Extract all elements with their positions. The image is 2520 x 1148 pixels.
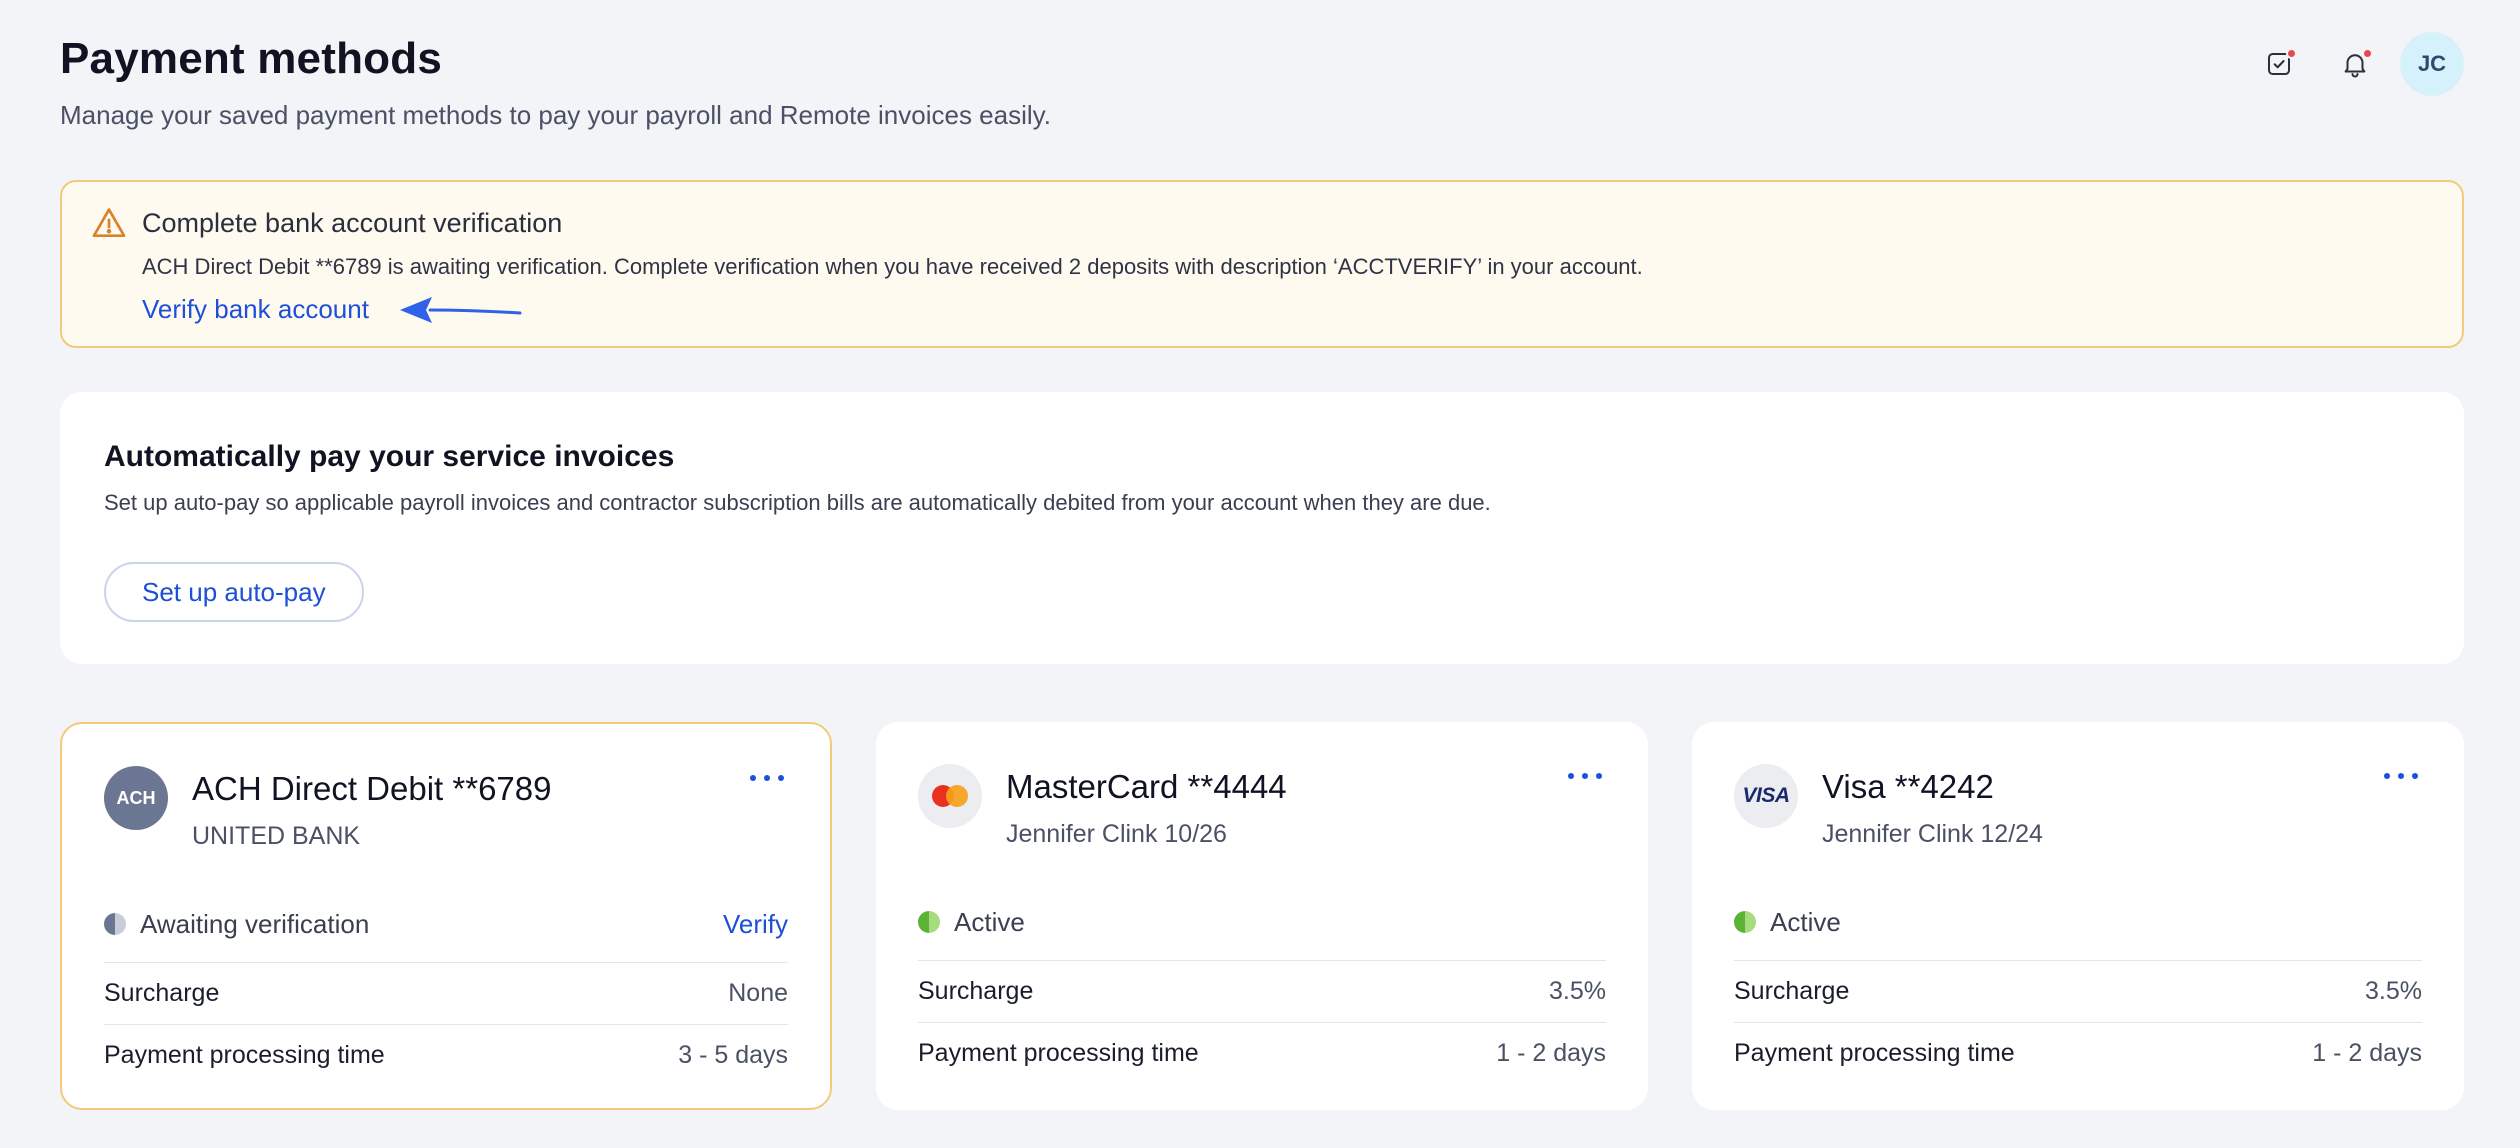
surcharge-label: Surcharge (918, 977, 1034, 1005)
mastercard-logo-icon (918, 764, 982, 828)
page-title: Payment methods (60, 34, 442, 83)
processing-time-label: Payment processing time (918, 1039, 1199, 1067)
visa-logo-icon: VISA (1734, 764, 1798, 828)
autopay-description: Set up auto-pay so applicable payroll in… (104, 490, 1491, 515)
status-text: Awaiting verification (140, 908, 370, 939)
header-actions: JC (2248, 32, 2464, 96)
surcharge-row: Surcharge 3.5% (918, 960, 1606, 1022)
status-row: Active (1734, 902, 2422, 942)
payment-card-ach: ACH ACH Direct Debit **6789 UNITED BANK … (60, 722, 832, 1110)
verify-bank-account-link[interactable]: Verify bank account (142, 294, 369, 325)
card-title: ACH Direct Debit **6789 (192, 770, 552, 807)
page: Payment methods Manage your saved paymen… (60, 0, 2464, 1110)
processing-time-value: 1 - 2 days (2312, 1039, 2422, 1067)
processing-time-value: 3 - 5 days (678, 1041, 788, 1069)
processing-time-label: Payment processing time (1734, 1039, 2015, 1067)
page-subtitle: Manage your saved payment methods to pay… (60, 100, 1051, 130)
notifications-button[interactable] (2324, 33, 2386, 95)
surcharge-row: Surcharge 3.5% (1734, 960, 2422, 1022)
warning-icon (92, 208, 126, 238)
tasks-button[interactable] (2248, 33, 2310, 95)
surcharge-label: Surcharge (104, 979, 220, 1007)
avatar[interactable]: JC (2400, 32, 2464, 96)
surcharge-row: Surcharge None (104, 962, 788, 1024)
arrow-left-icon (400, 297, 522, 323)
status-active-icon (918, 911, 940, 933)
processing-time-label: Payment processing time (104, 1041, 385, 1069)
processing-time-value: 1 - 2 days (1496, 1039, 1606, 1067)
card-subtitle: Jennifer Clink 12/24 (1822, 820, 2043, 848)
autopay-title: Automatically pay your service invoices (104, 440, 675, 473)
payment-card-visa: VISA Visa **4242 Jennifer Clink 12/24 Ac… (1692, 722, 2464, 1110)
setup-autopay-button[interactable]: Set up auto-pay (104, 562, 364, 622)
surcharge-label: Surcharge (1734, 977, 1850, 1005)
ach-logo: ACH (104, 766, 168, 830)
processing-time-row: Payment processing time 3 - 5 days (104, 1024, 788, 1086)
status-pending-icon (104, 913, 126, 935)
payment-card-mastercard: MasterCard **4444 Jennifer Clink 10/26 A… (876, 722, 1648, 1110)
card-subtitle: Jennifer Clink 10/26 (1006, 820, 1227, 848)
surcharge-value: 3.5% (1549, 977, 1606, 1005)
status-row: Active (918, 902, 1606, 942)
processing-time-row: Payment processing time 1 - 2 days (1734, 1022, 2422, 1084)
more-options-icon[interactable] (750, 768, 784, 788)
card-title: Visa **4242 (1822, 768, 1994, 805)
alert-body: ACH Direct Debit **6789 is awaiting veri… (142, 254, 1643, 279)
autopay-section: Automatically pay your service invoices … (60, 392, 2464, 664)
verification-alert: Complete bank account verification ACH D… (60, 180, 2464, 348)
surcharge-value: None (728, 979, 788, 1007)
payment-method-cards: ACH ACH Direct Debit **6789 UNITED BANK … (60, 722, 2464, 1112)
status-text: Active (954, 906, 1025, 937)
card-title: MasterCard **4444 (1006, 768, 1287, 805)
card-subtitle: UNITED BANK (192, 822, 361, 850)
status-text: Active (1770, 906, 1841, 937)
more-options-icon[interactable] (1568, 766, 1602, 786)
verify-link[interactable]: Verify (723, 909, 788, 940)
notifications-dot (2362, 48, 2373, 59)
tasks-notification-dot (2286, 48, 2297, 59)
processing-time-row: Payment processing time 1 - 2 days (918, 1022, 1606, 1084)
more-options-icon[interactable] (2384, 766, 2418, 786)
alert-title: Complete bank account verification (142, 208, 563, 238)
status-row: Awaiting verification Verify (104, 904, 788, 944)
status-active-icon (1734, 911, 1756, 933)
page-header: Payment methods Manage your saved paymen… (60, 0, 2464, 180)
surcharge-value: 3.5% (2365, 977, 2422, 1005)
